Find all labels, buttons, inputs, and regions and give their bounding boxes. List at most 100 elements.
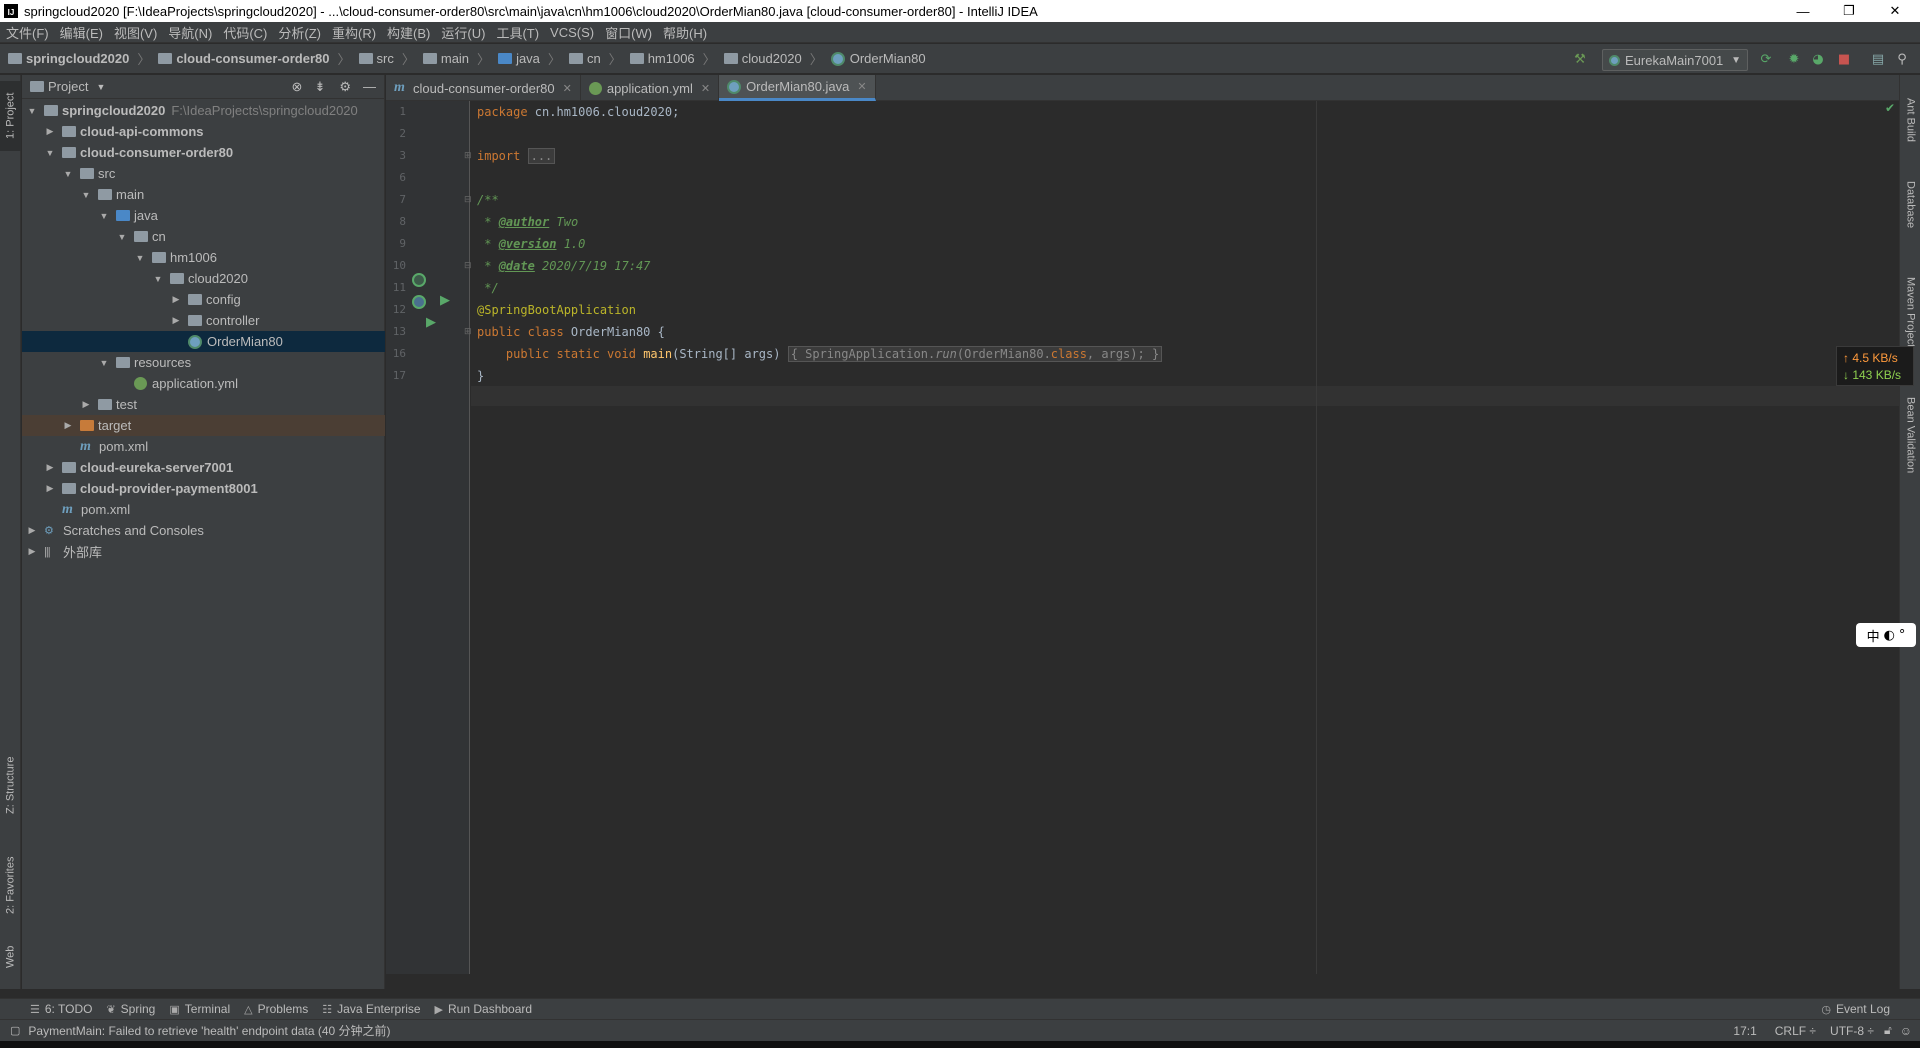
collapse-all-icon[interactable]: ⇟ [314, 79, 325, 95]
line-separator[interactable]: CRLF ÷ [1775, 1024, 1816, 1038]
collapsed-arrow-icon[interactable]: ▶ [170, 294, 182, 305]
tree-item[interactable]: m pom.xml [22, 436, 385, 457]
menu-view[interactable]: 视图(V) [108, 23, 162, 42]
breadcrumb-item[interactable]: hm1006 〉 [629, 49, 716, 68]
rerun-icon[interactable]: ⟳ [1758, 51, 1774, 67]
tree-item[interactable]: OrderMian80 [22, 331, 385, 352]
status-message[interactable]: PaymentMain: Failed to retrieve 'health'… [28, 1022, 390, 1039]
editor-tab[interactable]: application.yml ✕ [581, 75, 720, 101]
folded-code[interactable]: ... [527, 148, 556, 164]
bean-validation-tab[interactable]: Bean Validation [1900, 385, 1920, 485]
tree-item[interactable]: ▶ target [22, 415, 385, 436]
tree-item[interactable]: ▶ controller [22, 310, 385, 331]
file-encoding[interactable]: UTF-8 ÷ [1830, 1024, 1874, 1038]
close-tab-icon[interactable]: ✕ [563, 82, 572, 95]
stop-icon[interactable]: ■ [1836, 51, 1852, 67]
tree-item[interactable]: ▼ hm1006 [22, 247, 385, 268]
menu-navigate[interactable]: 导航(N) [162, 23, 217, 42]
breadcrumb-item[interactable]: main 〉 [422, 49, 490, 68]
menu-file[interactable]: 文件(F) [0, 23, 54, 42]
collapsed-arrow-icon[interactable]: ▶ [62, 420, 74, 431]
tree-item[interactable]: ▼ src [22, 163, 385, 184]
search-icon[interactable]: ⚲ [1894, 51, 1910, 67]
expanded-arrow-icon[interactable]: ▼ [26, 106, 38, 116]
problems-tool-button[interactable]: △ Problems [244, 1002, 308, 1016]
tree-item[interactable]: ▶ ||| 外部库 [22, 541, 385, 562]
spring-boot-gutter-icon[interactable] [412, 295, 426, 309]
editor-tab-active[interactable]: OrderMian80.java ✕ [719, 75, 876, 101]
menu-help[interactable]: 帮助(H) [657, 23, 712, 42]
expanded-arrow-icon[interactable]: ▼ [134, 253, 146, 263]
tree-item[interactable]: application.yml [22, 373, 385, 394]
tree-item[interactable]: ▶ cloud-api-commons [22, 121, 385, 142]
structure-tool-tab[interactable]: Z: Structure [0, 745, 21, 825]
menu-run[interactable]: 运行(U) [435, 23, 490, 42]
web-tool-tab[interactable]: Web [0, 937, 21, 977]
caret-position[interactable]: 17:1 [1733, 1024, 1756, 1038]
todo-tool-button[interactable]: ☰ 6: TODO [30, 1002, 92, 1016]
collapsed-arrow-icon[interactable]: ▶ [44, 462, 56, 473]
spring-bean-gutter-icon[interactable] [412, 273, 426, 287]
close-tab-icon[interactable]: ✕ [857, 80, 866, 93]
tree-item[interactable]: ▼ cn [22, 226, 385, 247]
expanded-arrow-icon[interactable]: ▼ [62, 169, 74, 179]
run-gutter-icon[interactable]: ▶ [426, 315, 436, 330]
moon-icon[interactable]: ◐ [1884, 628, 1895, 643]
menu-window[interactable]: 窗口(W) [599, 23, 657, 42]
ime-toolbar[interactable]: 中 ◐ ° [1856, 623, 1916, 647]
breadcrumb-item[interactable]: cn 〉 [568, 49, 622, 68]
expanded-arrow-icon[interactable]: ▼ [98, 358, 110, 368]
tree-item[interactable]: ▶ config [22, 289, 385, 310]
coverage-icon[interactable]: ◕ [1810, 51, 1826, 67]
collapsed-arrow-icon[interactable]: ▶ [44, 126, 56, 137]
project-panel-title[interactable]: Project [48, 79, 88, 94]
minimize-button[interactable]: — [1780, 0, 1826, 22]
chevron-down-icon[interactable]: ▼ [96, 82, 105, 92]
tree-item[interactable]: ▶ ⚙ Scratches and Consoles [22, 520, 385, 541]
tree-item[interactable]: ▶ cloud-provider-payment8001 [22, 478, 385, 499]
ime-language[interactable]: 中 [1867, 626, 1880, 645]
project-structure-icon[interactable]: ▤ [1870, 51, 1886, 67]
menu-code[interactable]: 代码(C) [217, 23, 272, 42]
tree-item[interactable]: ▶ test [22, 394, 385, 415]
debug-icon[interactable]: ✹ [1786, 51, 1802, 67]
collapsed-arrow-icon[interactable]: ▶ [26, 546, 38, 557]
collapsed-arrow-icon[interactable]: ▶ [170, 315, 182, 326]
breadcrumb-item[interactable]: cloud-consumer-order80 〉 [158, 49, 351, 68]
tree-item[interactable]: ▼ springcloud2020 F:\IdeaProjects\springcl… [22, 100, 385, 121]
database-tab[interactable]: Database [1900, 170, 1920, 240]
locate-icon[interactable]: ⊗ [292, 79, 303, 95]
breadcrumb-item[interactable]: cloud2020 〉 [723, 49, 823, 68]
expanded-arrow-icon[interactable]: ▼ [116, 232, 128, 242]
menu-build[interactable]: 构建(B) [381, 23, 435, 42]
build-hammer-icon[interactable]: ⚒ [1572, 51, 1588, 67]
close-button[interactable]: ✕ [1872, 0, 1918, 22]
tree-item[interactable]: m pom.xml [22, 499, 385, 520]
breadcrumb-item[interactable]: springcloud2020 〉 [8, 49, 150, 68]
spring-tool-button[interactable]: ❦ Spring [106, 1002, 155, 1016]
favorites-tool-tab[interactable]: 2: Favorites [0, 845, 21, 925]
editor-gutter[interactable]: 1 2 3 6 7 8 9 10 11 12 13 16 17 ▶ ▶ ⊞ ⊟ … [386, 101, 472, 974]
expanded-arrow-icon[interactable]: ▼ [152, 274, 164, 284]
terminal-tool-button[interactable]: ▣ Terminal [169, 1002, 230, 1016]
breadcrumb-item[interactable]: java 〉 [498, 49, 561, 68]
tree-item[interactable]: ▼ main [22, 184, 385, 205]
status-toggle-icon[interactable]: ▢ [10, 1024, 20, 1037]
tree-item[interactable]: ▼ resources [22, 352, 385, 373]
breadcrumb-item[interactable]: src 〉 [358, 49, 415, 68]
menu-edit[interactable]: 编辑(E) [54, 23, 108, 42]
menu-refactor[interactable]: 重构(R) [326, 23, 381, 42]
java-enterprise-tool-button[interactable]: ☷ Java Enterprise [322, 1002, 420, 1016]
tree-item[interactable]: ▶ cloud-eureka-server7001 [22, 457, 385, 478]
collapsed-arrow-icon[interactable]: ▶ [80, 399, 92, 410]
tree-item[interactable]: ▼ cloud-consumer-order80 [22, 142, 385, 163]
menu-vcs[interactable]: VCS(S) [544, 25, 599, 40]
expanded-arrow-icon[interactable]: ▼ [98, 211, 110, 221]
ant-build-tab[interactable]: Ant Build [1900, 85, 1920, 155]
run-config-select[interactable]: EurekaMain7001 ▼ [1602, 49, 1748, 71]
code-editor[interactable]: package cn.hm1006.cloud2020; import ... … [471, 101, 1899, 974]
editor-tab[interactable]: m cloud-consumer-order80 ✕ [386, 75, 581, 101]
run-dashboard-tool-button[interactable]: ▶ Run Dashboard [435, 1002, 533, 1016]
run-gutter-icon[interactable]: ▶ [440, 293, 450, 308]
tree-item[interactable]: ▼ cloud2020 [22, 268, 385, 289]
